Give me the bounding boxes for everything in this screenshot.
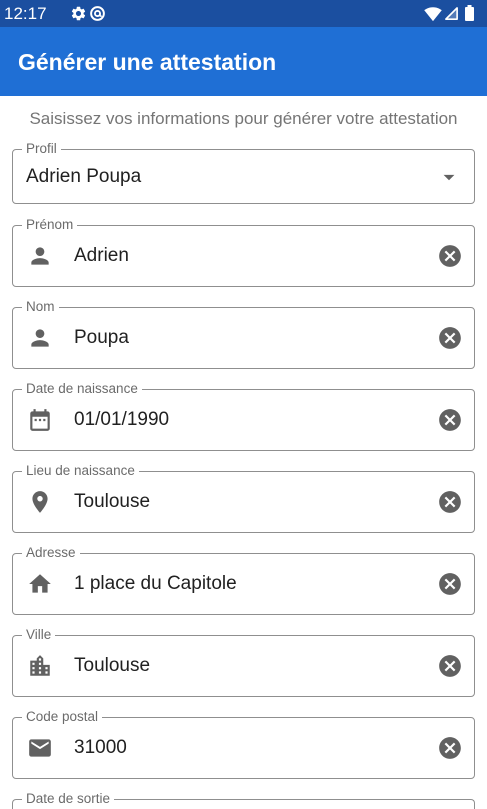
postal-code-input[interactable]: 31000: [74, 718, 127, 778]
arrow-drop-down-icon[interactable]: [436, 164, 462, 190]
location-pin-icon: [27, 489, 53, 515]
exit-date-label: Date de sortie: [22, 791, 115, 807]
profile-value[interactable]: Adrien Poupa: [26, 150, 141, 203]
clear-postal-code-button[interactable]: [437, 735, 463, 761]
signal-icon: [444, 6, 459, 21]
cancel-icon: [439, 737, 461, 759]
city-input[interactable]: Toulouse: [74, 636, 150, 696]
last-name-input[interactable]: Poupa: [74, 308, 129, 368]
profile-select[interactable]: Profil Adrien Poupa: [12, 141, 475, 204]
cancel-icon: [439, 491, 461, 513]
cancel-icon: [439, 245, 461, 267]
clear-first-name-button[interactable]: [437, 243, 463, 269]
first-name-label: Prénom: [22, 217, 78, 233]
wifi-icon: [424, 5, 442, 23]
first-name-input[interactable]: Adrien: [74, 226, 129, 286]
page-title: Générer une attestation: [18, 49, 277, 75]
app-bar: Générer une attestation: [0, 27, 487, 96]
clear-city-button[interactable]: [437, 653, 463, 679]
status-bar: 12:17: [0, 0, 487, 27]
battery-icon: [465, 5, 474, 21]
exit-date-field[interactable]: Date de sortie: [12, 791, 475, 809]
city-icon: [27, 653, 53, 679]
birth-date-field[interactable]: Date de naissance 01/01/1990: [12, 381, 475, 451]
attestation-form: Profil Adrien Poupa Prénom Adrien Nom Po…: [0, 141, 487, 809]
cancel-icon: [439, 655, 461, 677]
clear-birth-place-button[interactable]: [437, 489, 463, 515]
postal-code-field[interactable]: Code postal 31000: [12, 709, 475, 779]
cancel-icon: [439, 327, 461, 349]
last-name-label: Nom: [22, 299, 59, 315]
gear-icon: [70, 5, 87, 22]
cancel-icon: [439, 409, 461, 431]
birth-date-input[interactable]: 01/01/1990: [74, 390, 169, 450]
address-field[interactable]: Adresse 1 place du Capitole: [12, 545, 475, 615]
circle-status-icon: [89, 5, 106, 22]
person-icon: [27, 243, 53, 269]
address-input[interactable]: 1 place du Capitole: [74, 554, 237, 614]
birth-place-field[interactable]: Lieu de naissance Toulouse: [12, 463, 475, 533]
home-icon: [27, 571, 53, 597]
city-label: Ville: [22, 627, 56, 643]
calendar-icon: [27, 407, 53, 433]
first-name-field[interactable]: Prénom Adrien: [12, 217, 475, 287]
clear-last-name-button[interactable]: [437, 325, 463, 351]
clear-birth-date-button[interactable]: [437, 407, 463, 433]
city-field[interactable]: Ville Toulouse: [12, 627, 475, 697]
clear-address-button[interactable]: [437, 571, 463, 597]
form-scroll-area[interactable]: Saisissez vos informations pour générer …: [0, 96, 487, 809]
birth-place-input[interactable]: Toulouse: [74, 472, 150, 532]
address-label: Adresse: [22, 545, 80, 561]
status-time: 12:17: [4, 4, 47, 23]
person-icon: [27, 325, 53, 351]
mail-icon: [27, 735, 53, 761]
cancel-icon: [439, 573, 461, 595]
last-name-field[interactable]: Nom Poupa: [12, 299, 475, 369]
intro-text: Saisissez vos informations pour générer …: [29, 109, 458, 128]
